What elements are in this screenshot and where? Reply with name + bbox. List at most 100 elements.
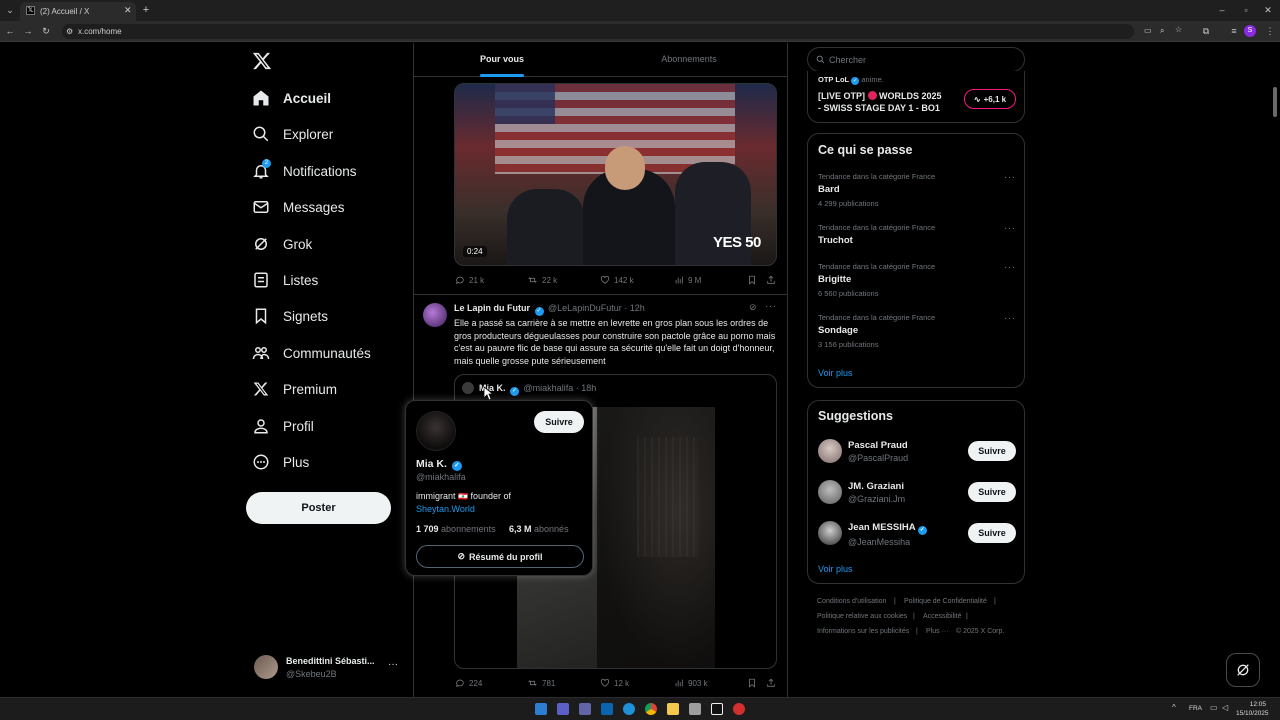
- suggestions-show-more[interactable]: Voir plus: [818, 564, 853, 574]
- hovercard-handle[interactable]: @miakhalifa: [416, 472, 466, 482]
- volume-icon[interactable]: ◁: [1222, 703, 1228, 712]
- trends-show-more[interactable]: Voir plus: [818, 368, 853, 378]
- nav-lists[interactable]: Listes: [250, 265, 318, 295]
- minimize-icon[interactable]: –: [1216, 4, 1228, 16]
- network-icon[interactable]: ▭: [1210, 703, 1218, 712]
- nav-messages[interactable]: Messages: [250, 192, 345, 222]
- reply-action[interactable]: 21 k: [455, 275, 484, 285]
- footer-cookies[interactable]: Politique relative aux cookies: [817, 613, 907, 620]
- trend-more-icon[interactable]: ···: [1004, 313, 1016, 324]
- nav-bookmarks[interactable]: Signets: [250, 301, 328, 331]
- footer-accessibility[interactable]: Accessibilité: [923, 613, 962, 620]
- live-event-card[interactable]: OTP LoL ✓ anime. [LIVE OTP] WORLDS 2025 …: [807, 71, 1025, 123]
- tweet-time[interactable]: · 12h: [624, 303, 645, 313]
- tweet-author[interactable]: Le Lapin du Futur: [454, 303, 530, 313]
- notepad-icon[interactable]: [711, 703, 723, 715]
- trend-item[interactable]: Tendance dans la catégorie France Trucho…: [818, 223, 1018, 246]
- account-more-icon[interactable]: ···: [388, 659, 398, 670]
- footer-ads[interactable]: Informations sur les publicités: [817, 628, 909, 635]
- live-listeners-badge[interactable]: ∿ +6,1 k: [964, 89, 1016, 109]
- app-icon[interactable]: [689, 703, 701, 715]
- forward-icon[interactable]: →: [22, 25, 34, 37]
- retweet-action[interactable]: 781: [527, 678, 555, 688]
- install-app-icon[interactable]: ▭: [1144, 26, 1152, 35]
- hovercard-followers[interactable]: 6,3 M abonnés: [509, 524, 569, 534]
- nav-explore[interactable]: Explorer: [250, 119, 333, 149]
- menu-icon[interactable]: ≡: [1228, 25, 1240, 37]
- footer-privacy[interactable]: Politique de Confidentialité: [904, 598, 987, 605]
- hovercard-following[interactable]: 1 709 abonnements: [416, 524, 496, 534]
- trend-item[interactable]: Tendance dans la catégorie France Bard 4…: [818, 172, 1018, 208]
- tab-for-you[interactable]: Pour vous: [464, 43, 540, 77]
- nav-more[interactable]: Plus: [250, 447, 309, 477]
- grok-floating-button[interactable]: [1226, 653, 1260, 687]
- app-icon[interactable]: [733, 703, 745, 715]
- hovercard-name[interactable]: Mia K. ✓: [416, 458, 462, 471]
- nav-notifications[interactable]: 2 Notifications: [250, 156, 357, 186]
- browser-tab[interactable]: 𝕏 (2) Accueil / X ✕: [20, 2, 136, 21]
- like-action[interactable]: 12 k: [600, 678, 629, 688]
- post-button[interactable]: Poster: [246, 492, 391, 524]
- reply-action[interactable]: 224: [455, 678, 482, 688]
- chrome-more-icon[interactable]: ⋮: [1264, 25, 1276, 37]
- suggestion-row[interactable]: Jean MESSIHA ✓ @JeanMessiha Suivre: [818, 520, 1018, 548]
- new-tab-button[interactable]: +: [140, 4, 152, 16]
- suggestion-row[interactable]: Pascal Praud @PascalPraud Suivre: [818, 438, 1018, 466]
- zoom-icon[interactable]: ⌕: [1160, 26, 1164, 36]
- trend-item[interactable]: Tendance dans la catégorie France Brigit…: [818, 262, 1018, 298]
- follow-button[interactable]: Suivre: [968, 441, 1016, 461]
- tab-close-icon[interactable]: ✕: [124, 5, 132, 16]
- views-action[interactable]: 903 k: [674, 678, 708, 688]
- site-info-icon[interactable]: ⚙: [66, 27, 73, 36]
- trend-more-icon[interactable]: ···: [1004, 262, 1016, 273]
- address-bar[interactable]: ⚙ x.com/home ▭ ⌕ ☆: [62, 24, 1182, 39]
- start-icon[interactable]: [535, 703, 547, 715]
- back-icon[interactable]: ←: [4, 25, 16, 37]
- footer-terms[interactable]: Conditions d'utilisation: [817, 598, 886, 605]
- trend-more-icon[interactable]: ···: [1004, 172, 1016, 183]
- tweet-more-icon[interactable]: ···: [765, 301, 777, 312]
- reload-icon[interactable]: ↻: [40, 25, 52, 37]
- language-indicator[interactable]: FRA: [1189, 705, 1202, 712]
- views-action[interactable]: 9 M: [674, 275, 701, 285]
- bookmark-star-icon[interactable]: ☆: [1175, 25, 1182, 34]
- share-icon[interactable]: [766, 678, 776, 688]
- nav-premium[interactable]: Premium: [250, 374, 337, 404]
- grok-explain-icon[interactable]: ⊘: [749, 302, 757, 313]
- maximize-icon[interactable]: ▫: [1240, 4, 1252, 16]
- edge-icon[interactable]: [623, 703, 635, 715]
- app-icon[interactable]: [579, 703, 591, 715]
- share-icon[interactable]: [766, 275, 776, 285]
- profile-avatar[interactable]: S: [1244, 25, 1256, 37]
- tray-chevron-icon[interactable]: ^: [1172, 703, 1176, 712]
- search-box[interactable]: Chercher: [807, 47, 1025, 72]
- hovercard-follow-button[interactable]: Suivre: [534, 411, 584, 433]
- tab-following[interactable]: Abonnements: [649, 54, 729, 64]
- x-logo-icon[interactable]: [252, 51, 274, 73]
- bookmark-action-icon[interactable]: [747, 678, 757, 688]
- trend-item[interactable]: Tendance dans la catégorie France Sondag…: [818, 313, 1018, 349]
- file-explorer-icon[interactable]: [667, 703, 679, 715]
- page-scrollbar-thumb[interactable]: [1273, 87, 1277, 117]
- suggestion-row[interactable]: JM. Graziani @Graziani.Jm Suivre: [818, 479, 1018, 507]
- footer-more[interactable]: Plus ···: [926, 628, 949, 635]
- tweet-handle[interactable]: @LeLapinDuFutur: [548, 303, 622, 313]
- nav-profile[interactable]: Profil: [250, 411, 314, 441]
- bookmark-action-icon[interactable]: [747, 275, 757, 285]
- nav-communities[interactable]: Communautés: [250, 338, 371, 368]
- nav-grok[interactable]: Grok: [250, 229, 312, 259]
- profile-summary-button[interactable]: ⊘ Résumé du profil: [416, 545, 584, 568]
- extensions-icon[interactable]: ⧉: [1200, 25, 1212, 37]
- follow-button[interactable]: Suivre: [968, 482, 1016, 502]
- nav-home[interactable]: Accueil: [250, 83, 331, 113]
- like-action[interactable]: 142 k: [600, 275, 634, 285]
- window-close-icon[interactable]: ✕: [1262, 4, 1274, 16]
- follow-button[interactable]: Suivre: [968, 523, 1016, 543]
- hovercard-bio-link[interactable]: Sheytan.World: [416, 504, 475, 514]
- retweet-action[interactable]: 22 k: [527, 275, 557, 285]
- clock[interactable]: 12:05 15/10/2025: [1236, 700, 1269, 718]
- tweet-avatar[interactable]: [423, 303, 447, 327]
- outlook-icon[interactable]: [601, 703, 613, 715]
- hovercard-avatar[interactable]: [416, 411, 456, 451]
- account-switcher[interactable]: Benedittini Sébasti... @Skebeu2B ···: [252, 653, 407, 685]
